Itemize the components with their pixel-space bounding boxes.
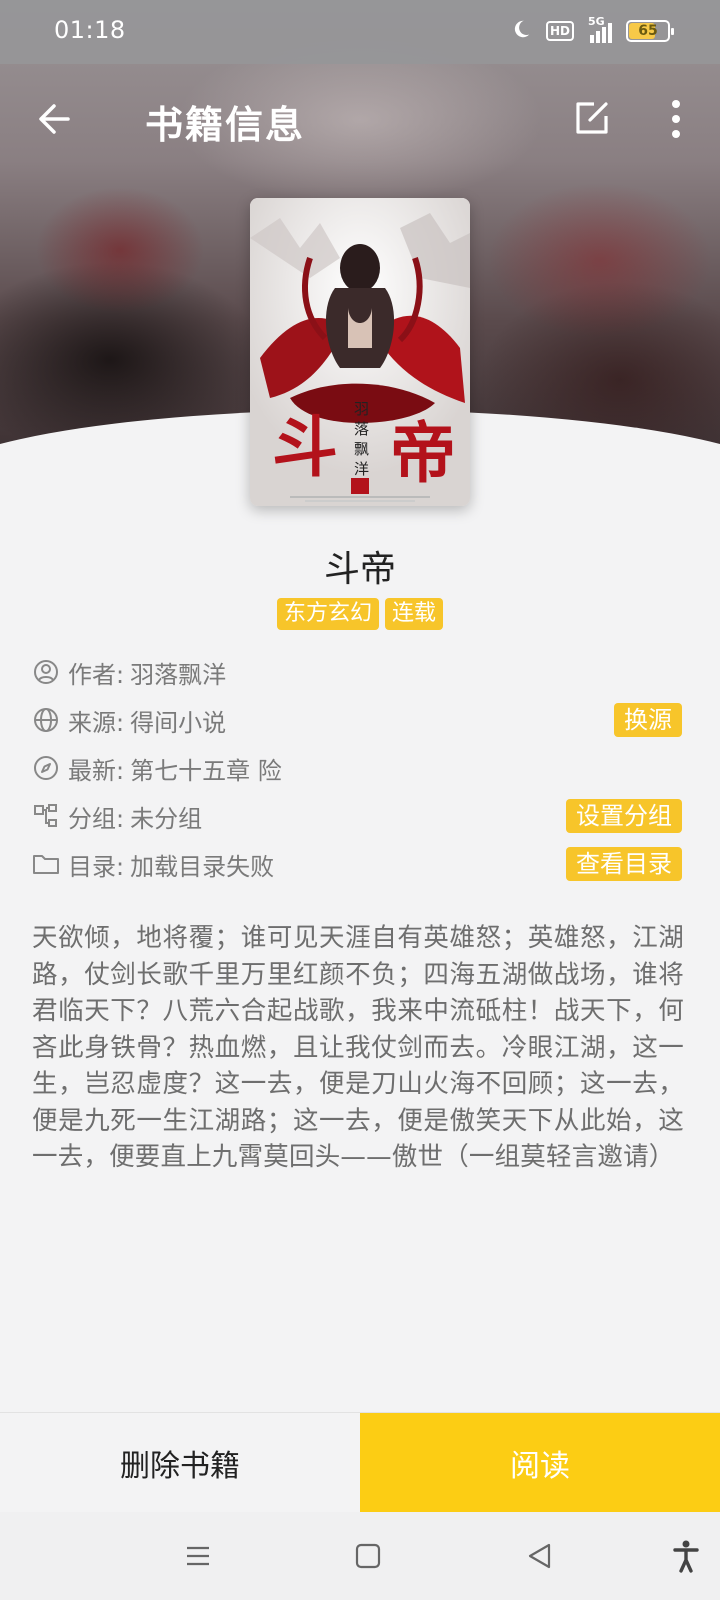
info-author: 作者: 羽落飘洋 (32, 648, 682, 696)
cover-title-left: 斗 (272, 408, 338, 486)
status-bar: 01:18 HD 5G 65 (0, 0, 720, 64)
book-intro: 天欲倾，地将覆；谁可见天涯自有英雄怒；英雄怒，江湖路，仗剑长歌千里万里红颜不负；… (32, 923, 684, 1172)
more-options-button[interactable] (656, 94, 696, 144)
author-value: 羽落飘洋 (130, 660, 227, 689)
source-value: 得间小说 (130, 708, 227, 737)
read-button[interactable]: 阅读 (360, 1413, 720, 1513)
cover-title-right: 帝 (390, 414, 456, 492)
cover-author-3: 飘 (354, 440, 369, 458)
toc-label: 目录: (68, 852, 125, 881)
tag-genre: 东方玄幻 (276, 598, 379, 630)
compass-icon (32, 754, 60, 782)
group-icon (32, 802, 60, 830)
info-toc: 目录: 加载目录失败 查看目录 (32, 840, 682, 888)
status-time: 01:18 (54, 16, 126, 44)
folder-icon (32, 850, 60, 878)
status-icons: HD 5G 65 (510, 15, 674, 44)
delete-book-button[interactable]: 删除书籍 (0, 1413, 360, 1513)
system-nav-bar (0, 1512, 720, 1600)
globe-icon (32, 706, 60, 734)
battery-icon: 65 (626, 20, 674, 42)
book-info: 作者: 羽落飘洋 来源: 得间小说 换源 最新: 第七十五章 险 分组: 未分组… (32, 648, 682, 888)
accessibility-icon[interactable] (666, 1536, 706, 1576)
moon-icon (510, 18, 532, 44)
set-group-button[interactable]: 设置分组 (566, 799, 682, 833)
info-latest: 最新: 第七十五章 险 (32, 744, 682, 792)
book-title: 斗帝 (323, 549, 396, 590)
hd-icon: HD (545, 21, 574, 41)
group-label: 分组: (68, 804, 125, 833)
cover-author-2: 落 (354, 420, 369, 438)
latest-value: 第七十五章 险 (130, 756, 282, 785)
author-label: 作者: (68, 660, 125, 689)
home-square-icon[interactable] (348, 1536, 388, 1576)
menu-icon[interactable] (178, 1536, 218, 1576)
back-triangle-icon[interactable] (520, 1536, 560, 1576)
edit-button[interactable] (570, 96, 614, 140)
battery-level: 65 (638, 23, 658, 39)
back-button[interactable] (30, 94, 80, 144)
source-label: 来源: (68, 708, 125, 737)
change-source-button[interactable]: 换源 (614, 703, 682, 737)
info-group: 分组: 未分组 设置分组 (32, 792, 682, 840)
book-cover-art: 斗 帝 羽 落 飘 洋 (250, 198, 470, 506)
back-arrow-icon (39, 104, 70, 134)
group-value: 未分组 (130, 804, 203, 833)
more-vertical-icon (672, 100, 680, 138)
latest-label: 最新: (68, 756, 125, 785)
cover-seal (351, 478, 369, 494)
bottom-action-bar: 删除书籍 阅读 (0, 1412, 720, 1513)
tag-status: 连载 (385, 598, 444, 630)
edit-icon (576, 102, 608, 134)
user-circle-icon (32, 658, 60, 686)
book-cover: 斗 帝 羽 落 飘 洋 (250, 198, 470, 506)
toc-value: 加载目录失败 (130, 852, 275, 881)
toolbar: 书籍信息 (0, 64, 720, 174)
network-type: 5G (588, 15, 605, 28)
cover-author-4: 洋 (354, 460, 369, 478)
cover-author-1: 羽 (354, 400, 369, 418)
info-source: 来源: 得间小说 换源 (32, 696, 682, 744)
book-tags: 东方玄幻 连载 (0, 598, 720, 630)
signal-5g-icon: 5G (588, 15, 612, 43)
page-title: 书籍信息 (145, 103, 306, 147)
view-toc-button[interactable]: 查看目录 (566, 847, 682, 881)
